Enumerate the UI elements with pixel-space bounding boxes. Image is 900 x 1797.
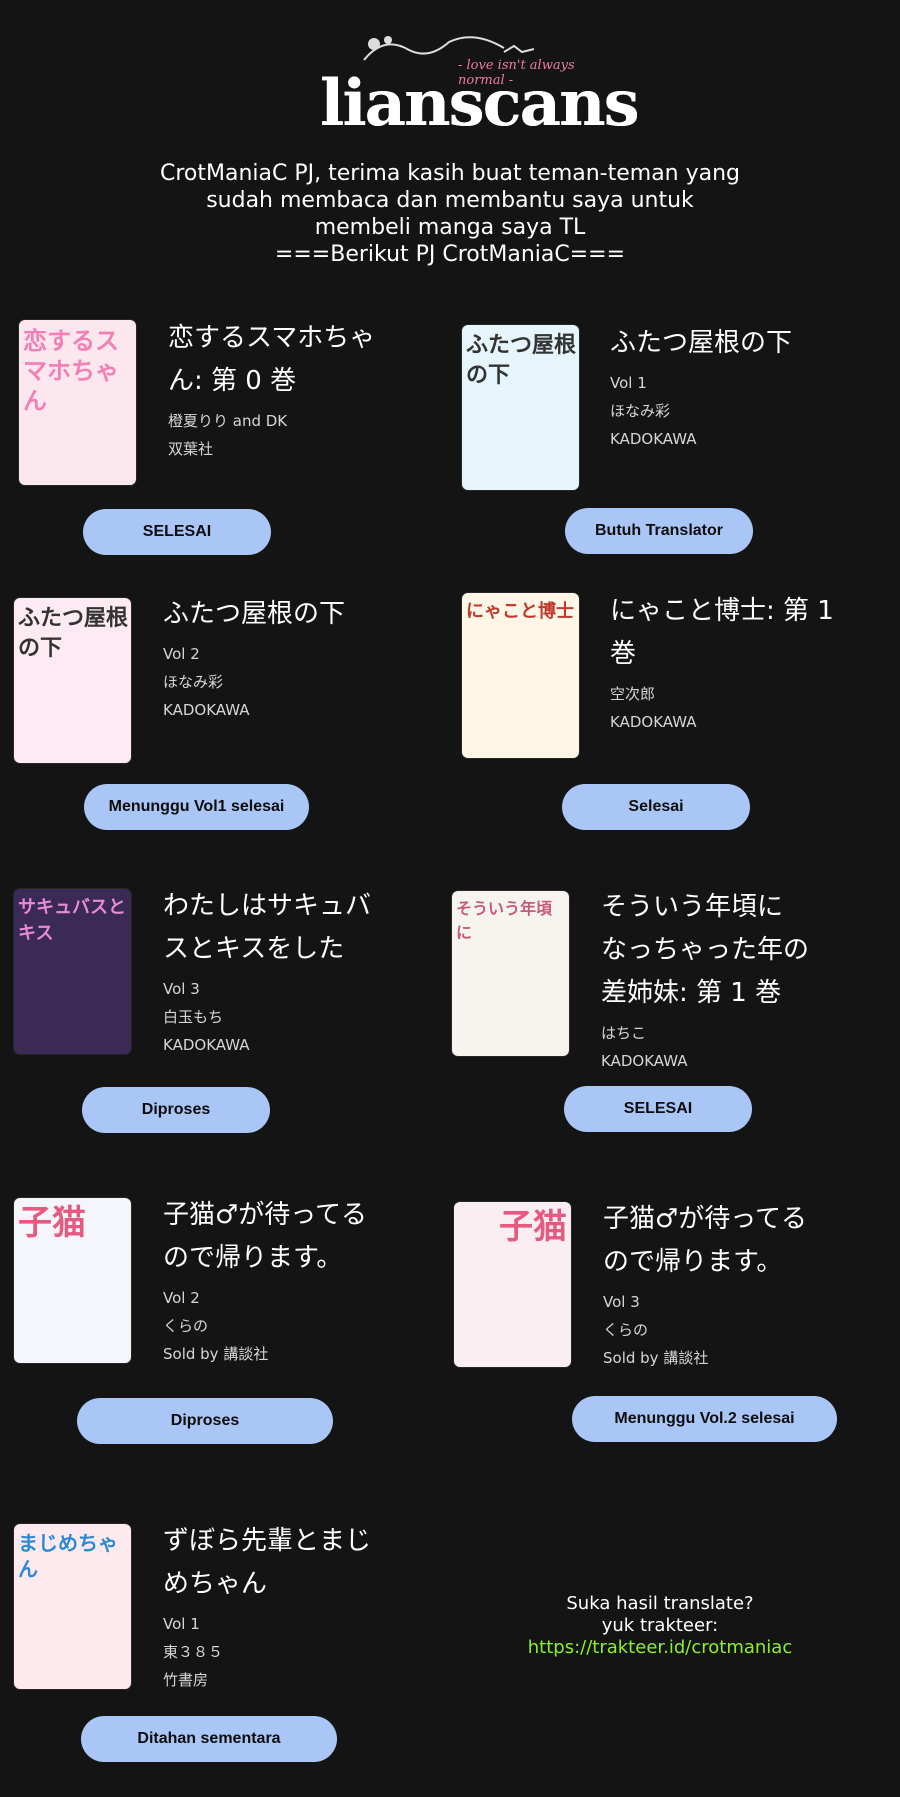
- manga-title: ふたつ屋根の下: [163, 599, 346, 629]
- status-button[interactable]: Menunggu Vol.2 selesai: [572, 1396, 837, 1442]
- manga-author: くらの: [603, 1321, 649, 1339]
- manga-author: 空次郎: [610, 685, 656, 703]
- manga-volume: Vol 2: [163, 645, 200, 663]
- manga-volume: Vol 3: [603, 1293, 640, 1311]
- logo-wordmark: lianscans: [320, 66, 640, 141]
- manga-info: ずぼら先輩とまじ めちゃん Vol 1 東３８５ 竹書房: [163, 1520, 371, 1694]
- manga-title: 恋するスマホちゃ: [168, 323, 376, 353]
- manga-title: 差姉妹: 第 1 巻: [601, 978, 782, 1008]
- manga-title: わたしはサキュバ: [163, 891, 372, 921]
- cover-title: 子猫: [499, 1207, 567, 1247]
- manga-author: 橙夏りり and DK: [168, 412, 288, 430]
- manga-volume: Vol 3: [163, 980, 200, 998]
- manga-title: めちゃん: [163, 1569, 268, 1599]
- manga-info: わたしはサキュバ スとキスをした Vol 3 白玉もち KADOKAWA: [163, 885, 371, 1059]
- manga-title: 子猫♂が待ってる: [603, 1204, 808, 1234]
- manga-cover[interactable]: そういう年頃に: [452, 891, 569, 1056]
- status-button[interactable]: Diproses: [77, 1398, 333, 1444]
- manga-publisher: Sold by 講談社: [603, 1349, 709, 1367]
- cover-title: ふたつ屋根の下: [18, 606, 129, 661]
- intro-line: membeli manga saya TL: [314, 215, 586, 240]
- cover-title: まじめちゃん: [18, 1531, 118, 1581]
- support-line: Suka hasil translate?: [566, 1593, 754, 1614]
- manga-title: ずぼら先輩とまじ: [163, 1526, 372, 1556]
- manga-publisher: KADOKAWA: [610, 430, 697, 448]
- manga-title: スとキスをした: [163, 934, 345, 964]
- manga-author: ほなみ彩: [163, 673, 224, 691]
- manga-publisher: 竹書房: [163, 1671, 209, 1689]
- cover-title: にゃこと博士: [466, 601, 574, 622]
- manga-publisher: KADOKAWA: [610, 713, 697, 731]
- manga-title: ので帰ります。: [163, 1243, 343, 1273]
- manga-cover[interactable]: 子猫: [454, 1202, 571, 1367]
- manga-publisher: KADOKAWA: [601, 1052, 688, 1070]
- support-line: yuk trakteer:: [601, 1615, 719, 1636]
- intro-line: sudah membaca dan membantu saya untuk: [206, 188, 694, 213]
- manga-publisher: KADOKAWA: [163, 701, 250, 719]
- site-logo: - love isn't always normal - lianscans: [300, 28, 640, 148]
- status-button[interactable]: SELESAI: [564, 1086, 752, 1132]
- manga-cover[interactable]: 恋するスマホちゃん: [19, 320, 136, 485]
- status-button[interactable]: Diproses: [82, 1087, 270, 1133]
- cover-title: ふたつ屋根の下: [466, 333, 577, 388]
- intro-line: CrotManiaC PJ, terima kasih buat teman-t…: [159, 161, 741, 186]
- cover-title: 子猫: [18, 1203, 86, 1243]
- support-block: Suka hasil translate? yuk trakteer: http…: [480, 1593, 840, 1659]
- manga-title: ふたつ屋根の下: [610, 328, 793, 358]
- manga-author: はちこ: [601, 1024, 647, 1042]
- manga-cover[interactable]: 子猫: [14, 1198, 131, 1363]
- manga-info: ふたつ屋根の下 Vol 1 ほなみ彩 KADOKAWA: [610, 322, 792, 453]
- status-button[interactable]: Selesai: [562, 784, 750, 830]
- manga-info: 恋するスマホちゃ ん: 第 0 巻 橙夏りり and DK 双葉社: [168, 317, 375, 463]
- manga-info: ふたつ屋根の下 Vol 2 ほなみ彩 KADOKAWA: [163, 593, 345, 724]
- manga-publisher: KADOKAWA: [163, 1036, 250, 1054]
- status-button[interactable]: SELESAI: [83, 509, 271, 555]
- cover-title: そういう年頃に: [456, 899, 553, 942]
- manga-author: 白玉もち: [163, 1008, 224, 1026]
- manga-volume: Vol 1: [610, 374, 647, 392]
- manga-title: なっちゃった年の: [601, 935, 810, 965]
- cover-title: 恋するスマホちゃん: [23, 327, 119, 415]
- manga-cover[interactable]: ふたつ屋根の下: [462, 325, 579, 490]
- manga-cover[interactable]: ふたつ屋根の下: [14, 598, 131, 763]
- manga-title: ん: 第 0 巻: [168, 366, 297, 396]
- manga-volume: Vol 1: [163, 1615, 200, 1633]
- manga-publisher: 双葉社: [168, 440, 214, 458]
- manga-cover[interactable]: サキュバスとキス: [14, 889, 131, 1054]
- manga-author: ほなみ彩: [610, 402, 671, 420]
- manga-title: ので帰ります。: [603, 1247, 783, 1277]
- manga-info: にゃこと博士: 第 1 巻 空次郎 KADOKAWA: [610, 590, 834, 736]
- status-button[interactable]: Butuh Translator: [565, 508, 753, 554]
- manga-author: 東３８５: [163, 1643, 224, 1661]
- manga-title: 子猫♂が待ってる: [163, 1200, 368, 1230]
- manga-info: 子猫♂が待ってる ので帰ります。 Vol 2 くらの Sold by 講談社: [163, 1194, 367, 1368]
- manga-cover[interactable]: まじめちゃん: [14, 1524, 131, 1689]
- status-button[interactable]: Ditahan sementara: [81, 1716, 337, 1762]
- manga-title: 巻: [610, 639, 637, 669]
- status-button[interactable]: Menunggu Vol1 selesai: [84, 784, 309, 830]
- manga-info: 子猫♂が待ってる ので帰ります。 Vol 3 くらの Sold by 講談社: [603, 1198, 807, 1372]
- manga-info: そういう年頃に なっちゃった年の 差姉妹: 第 1 巻 はちこ KADOKAWA: [601, 886, 809, 1075]
- manga-title: にゃこと博士: 第 1: [610, 596, 834, 626]
- cover-title: サキュバスとキス: [18, 897, 126, 944]
- manga-cover[interactable]: にゃこと博士: [462, 593, 579, 758]
- intro-line: ===Berikut PJ CrotManiaC===: [274, 242, 626, 267]
- manga-volume: Vol 2: [163, 1289, 200, 1307]
- manga-author: くらの: [163, 1317, 209, 1335]
- trakteer-link[interactable]: https://trakteer.id/crotmaniac: [480, 1637, 840, 1659]
- intro-text: CrotManiaC PJ, terima kasih buat teman-t…: [100, 160, 800, 268]
- manga-publisher: Sold by 講談社: [163, 1345, 269, 1363]
- manga-title: そういう年頃に: [601, 892, 784, 922]
